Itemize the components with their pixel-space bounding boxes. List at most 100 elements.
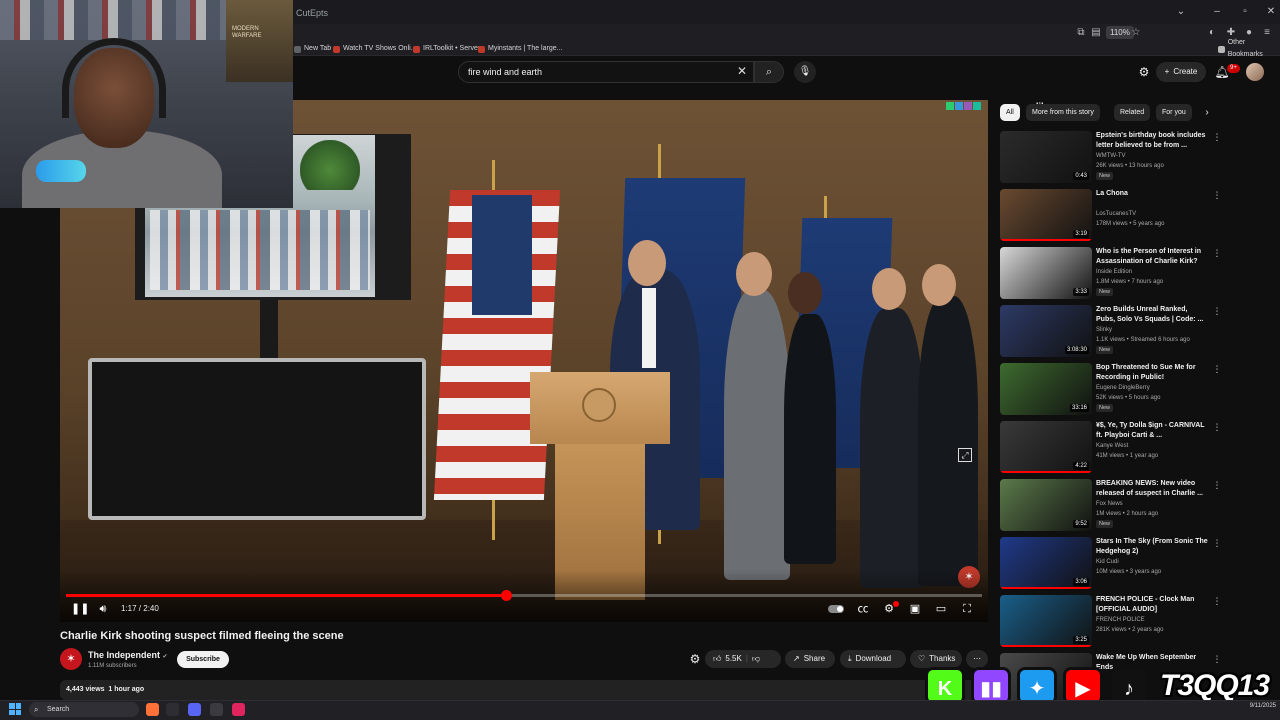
mute-button[interactable]: 🔊︎ [95,601,111,617]
recommended-channel[interactable]: Eugene DingleBerry [1096,384,1150,392]
recommended-thumbnail[interactable]: 33:16 [1000,363,1092,415]
thanks-button[interactable]: ♡ Thanks [910,650,962,668]
recommended-video[interactable]: 4:22 ¥$, Ye, Ty Dolla $ign - CARNIVAL ft.… [1000,421,1222,477]
recommended-thumbnail[interactable]: 3:06 [1000,537,1092,589]
more-options-icon[interactable]: ⋮ [1212,653,1222,665]
minimize-icon[interactable]: – [1208,4,1226,20]
progress-bar[interactable] [66,590,982,601]
recommended-thumbnail[interactable]: 3:25 [1000,595,1092,647]
autoplay-toggle[interactable] [828,605,844,613]
like-dislike-buttons[interactable]: 👍︎ 5.5K | 👎︎ [705,650,781,668]
recommended-thumbnail[interactable]: 3:33 [1000,247,1092,299]
recommended-video[interactable]: 3:08:30 Zero Builds Unreal Ranked, Pubs, … [1000,305,1222,361]
recommended-title[interactable]: Who is the Person of Interest in Assassi… [1096,247,1208,267]
clear-search-icon[interactable]: ✕ [735,64,749,78]
chip-all[interactable]: All [1000,104,1020,121]
subscribe-button[interactable]: Subscribe [177,651,229,668]
recommended-channel[interactable]: Kid Cudi [1096,558,1119,566]
recommended-thumbnail[interactable]: 4:22 [1000,421,1092,473]
profile-avatar[interactable] [1246,63,1264,81]
recommended-thumbnail[interactable]: 3:08:30 [1000,305,1092,357]
chevron-right-icon[interactable]: › [1200,106,1214,120]
maximize-icon[interactable]: ▫ [1236,4,1254,20]
other-bookmarks[interactable]: Other Bookmarks [1218,39,1280,58]
subtitles-button[interactable]: ㏄ [855,601,871,617]
bookmark-myinstants[interactable]: Myinstants | The large... [478,43,562,55]
description-box[interactable] [60,680,988,700]
recommended-video[interactable]: 3:06 Stars In The Sky (From Sonic The Hed… [1000,537,1222,593]
recommended-video[interactable]: 3:19 La Chona LosTucanesTV 178M views • 5 y… [1000,189,1222,245]
scene-tree [300,140,360,190]
progress-scrubber[interactable] [500,590,512,601]
search-input[interactable]: fire wind and earth [468,66,542,78]
miniplayer-button[interactable]: ▣ [907,601,923,617]
download-button[interactable]: ⤓ Download [840,650,906,668]
recommended-thumbnail[interactable]: 9:52 [1000,479,1092,531]
pause-button[interactable]: ❚❚ [71,601,89,617]
bookmark-watch-tv[interactable]: Watch TV Shows Onli... [333,43,417,55]
more-options-icon[interactable]: ⋮ [1212,537,1222,549]
more-options-icon[interactable]: ⋮ [1212,479,1222,491]
search-button[interactable]: ⌕ [754,61,784,83]
recommended-title[interactable]: FRENCH POLICE - Clock Man [OFFICIAL AUDI… [1096,595,1208,615]
recommended-title[interactable]: Zero Builds Unreal Ranked, Pubs, Solo Vs… [1096,305,1208,325]
recommended-title[interactable]: Epstein's birthday book includes letter … [1096,131,1208,151]
recommended-title[interactable]: La Chona [1096,189,1208,199]
recommended-thumbnail[interactable]: 0:43 [1000,131,1092,183]
recommended-channel[interactable]: Slinky [1096,326,1112,334]
recommended-title[interactable]: Stars In The Sky (From Sonic The Hedgeho… [1096,537,1208,557]
recommended-video[interactable]: 9:52 BREAKING NEWS: New video released of… [1000,479,1222,535]
taskbar-search[interactable]: Search [29,702,139,717]
channel-avatar[interactable]: ✶ [60,648,82,670]
screenshot-icon[interactable]: ⧉ [1074,26,1088,40]
more-options-icon[interactable]: ⋮ [1212,363,1222,375]
more-options-icon[interactable]: ⋮ [1212,247,1222,259]
voice-search-button[interactable]: 🎙︎ [794,61,816,83]
recommended-title[interactable]: BREAKING NEWS: New video released of sus… [1096,479,1208,499]
close-window-icon[interactable]: ✕ [1262,4,1280,20]
recommended-thumbnail[interactable]: 3:19 [1000,189,1092,241]
settings-gear-icon[interactable]: ⚙ [1136,64,1152,80]
reader-icon[interactable]: ▤ [1089,26,1103,40]
recommended-channel[interactable]: Fox News [1096,500,1123,508]
chip-more-from-story[interactable]: More from this story [1026,104,1100,121]
windows-start-button[interactable] [9,703,21,715]
more-options-icon[interactable]: ⋮ [1212,131,1222,143]
firefox-icon[interactable] [146,703,159,716]
chevron-down-icon[interactable]: ⌄ [1172,4,1190,20]
download-icon: ⤓ [848,654,852,663]
obs-icon[interactable] [210,703,223,716]
recommended-video[interactable]: 3:25 FRENCH POLICE - Clock Man [OFFICIAL … [1000,595,1222,651]
browser-tab[interactable]: CutEpts [296,4,328,22]
recommended-channel[interactable]: Kanye West [1096,442,1128,450]
app-icon[interactable] [232,703,245,716]
star-icon[interactable]: ☆ [1129,26,1143,40]
app-icon[interactable] [166,703,179,716]
recommended-title[interactable]: Bop Threatened to Sue Me for Recording i… [1096,363,1208,383]
expand-icon[interactable]: ⤢ [958,448,972,462]
account-icon[interactable]: ◐ [1205,26,1219,40]
recommended-video[interactable]: 0:43 Epstein's birthday book includes let… [1000,131,1222,187]
recommended-title[interactable]: ¥$, Ye, Ty Dolla $ign - CARNIVAL ft. Pla… [1096,421,1208,441]
share-button[interactable]: ↗ Share [785,650,835,668]
theater-mode-button[interactable]: ▭ [933,601,949,617]
recommended-video[interactable]: 3:33 Who is the Person of Interest in Ass… [1000,247,1222,303]
recommended-channel[interactable]: FRENCH POLICE [1096,616,1145,624]
create-button[interactable]: + Create [1156,62,1206,82]
more-actions-button[interactable]: ⋯ [966,650,988,668]
fullscreen-button[interactable]: ⛶ [959,601,975,617]
recommended-video[interactable]: 33:16 Bop Threatened to Sue Me for Record… [1000,363,1222,419]
chip-for-you[interactable]: For you [1156,104,1192,121]
recommended-channel[interactable]: WMTW-TV [1096,152,1126,160]
bookmark-new-tab[interactable]: New Tab [294,43,331,55]
more-options-icon[interactable]: ⋮ [1212,421,1222,433]
bookmark-irltoolkit[interactable]: IRLToolkit • Server [413,43,480,55]
chip-related[interactable]: Related [1114,104,1151,121]
more-options-icon[interactable]: ⋮ [1212,595,1222,607]
gear-icon[interactable]: ⚙ [687,651,703,667]
recommended-channel[interactable]: LosTucanesTV [1096,210,1136,218]
discord-icon[interactable] [188,703,201,716]
more-options-icon[interactable]: ⋮ [1212,189,1222,201]
recommended-channel[interactable]: Inside Edition [1096,268,1132,276]
more-options-icon[interactable]: ⋮ [1212,305,1222,317]
